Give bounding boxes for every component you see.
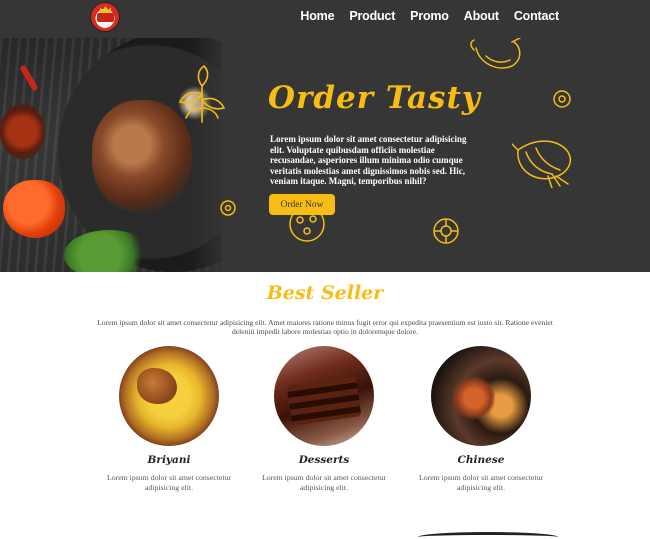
lemon-slice-doodle-icon <box>433 218 459 244</box>
nav-menu: Home Product Promo About Contact <box>285 9 559 23</box>
restaurant-logo[interactable] <box>90 2 120 32</box>
bell-pepper-image <box>3 180 65 238</box>
nav-contact-link[interactable]: Contact <box>514 9 559 23</box>
onion-doodle-icon <box>512 140 572 188</box>
best-seller-title: Best Seller <box>266 282 384 304</box>
pepper-ring-doodle-icon <box>553 90 571 108</box>
spice-bowl-image <box>0 104 45 159</box>
logo-crown-icon <box>100 6 111 13</box>
product-description: Lorem ipsum dolor sit amet consectetur a… <box>106 473 232 492</box>
order-now-button[interactable]: Order Now <box>269 194 335 215</box>
desserts-image <box>274 346 374 446</box>
chinese-image <box>431 346 531 446</box>
product-description: Lorem ipsum dolor sit amet consectetur a… <box>261 473 387 492</box>
brush-stroke-decoration <box>418 532 558 539</box>
product-description: Lorem ipsum dolor sit amet consectetur a… <box>418 473 544 492</box>
nav-about-link[interactable]: About <box>464 9 499 23</box>
nav-home-link[interactable]: Home <box>300 9 334 23</box>
best-seller-cards: Briyani Lorem ipsum dolor sit amet conse… <box>0 346 650 506</box>
hero-section: Order Tasty Lorem ipsum dolor sit amet c… <box>0 38 650 272</box>
parsley-image <box>64 230 154 272</box>
hero-title: Order Tasty <box>268 80 481 116</box>
logo-mark <box>97 13 114 22</box>
nav-product-link[interactable]: Product <box>349 9 395 23</box>
best-seller-description: Lorem ipsum dolor sit amet consectetur a… <box>97 318 553 336</box>
product-name: Briyani <box>147 454 191 466</box>
product-name: Chinese <box>457 454 505 466</box>
hero-description: Lorem ipsum dolor sit amet consectetur a… <box>270 134 467 187</box>
garlic-doodle-icon <box>470 38 521 69</box>
navbar: Home Product Promo About Contact <box>0 0 650 38</box>
product-name: Desserts <box>298 454 350 466</box>
parsley-doodle-icon <box>178 64 226 123</box>
briyani-image <box>119 346 219 446</box>
pepper-ring-small-doodle-icon <box>220 200 236 216</box>
nav-promo-link[interactable]: Promo <box>410 9 449 23</box>
